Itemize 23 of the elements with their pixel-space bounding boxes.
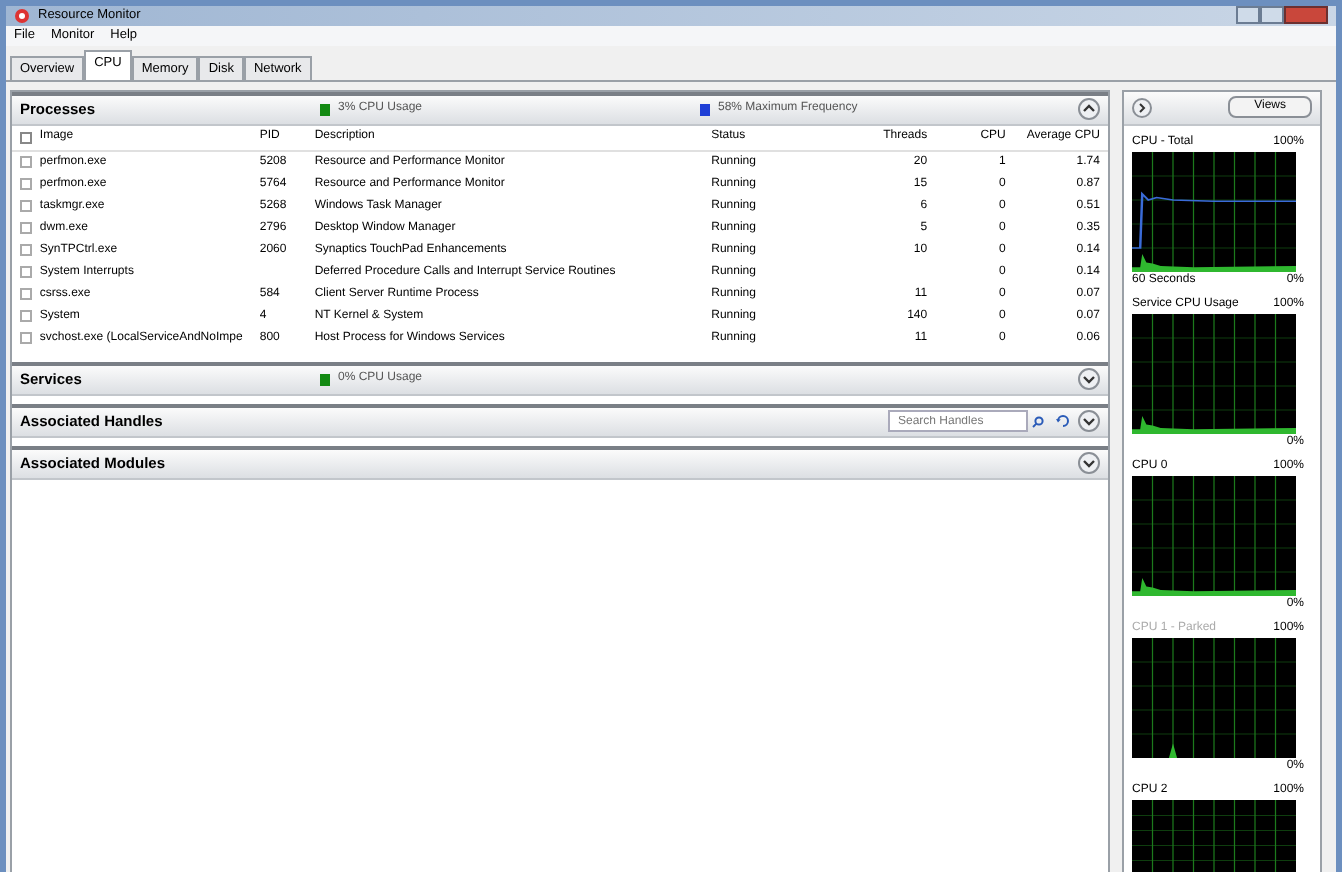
select-all-checkbox[interactable] (20, 131, 32, 144)
row-checkbox[interactable] (20, 156, 32, 169)
expand-icon[interactable] (1078, 410, 1100, 433)
usage-swatch-icon (700, 103, 710, 116)
row-checkbox[interactable] (20, 332, 32, 345)
search-icon (1032, 415, 1044, 428)
row-checkbox[interactable] (20, 222, 32, 235)
collapse-icon[interactable] (1078, 98, 1100, 121)
row-checkbox[interactable] (20, 310, 32, 323)
collapse-panel-icon[interactable] (1132, 97, 1152, 118)
row-checkbox[interactable] (20, 178, 32, 191)
usage-swatch-icon (320, 103, 330, 116)
row-checkbox[interactable] (20, 200, 32, 213)
maximize-button[interactable] (1260, 6, 1284, 25)
refresh-icon[interactable] (1056, 414, 1070, 429)
expand-icon[interactable] (1078, 452, 1100, 475)
minimize-button[interactable] (1236, 6, 1260, 25)
usage-swatch-icon (320, 373, 330, 386)
expand-icon[interactable] (1078, 368, 1100, 391)
row-checkbox[interactable] (20, 288, 32, 301)
close-button[interactable] (1284, 6, 1328, 25)
row-checkbox[interactable] (20, 244, 32, 257)
row-checkbox[interactable] (20, 266, 32, 279)
